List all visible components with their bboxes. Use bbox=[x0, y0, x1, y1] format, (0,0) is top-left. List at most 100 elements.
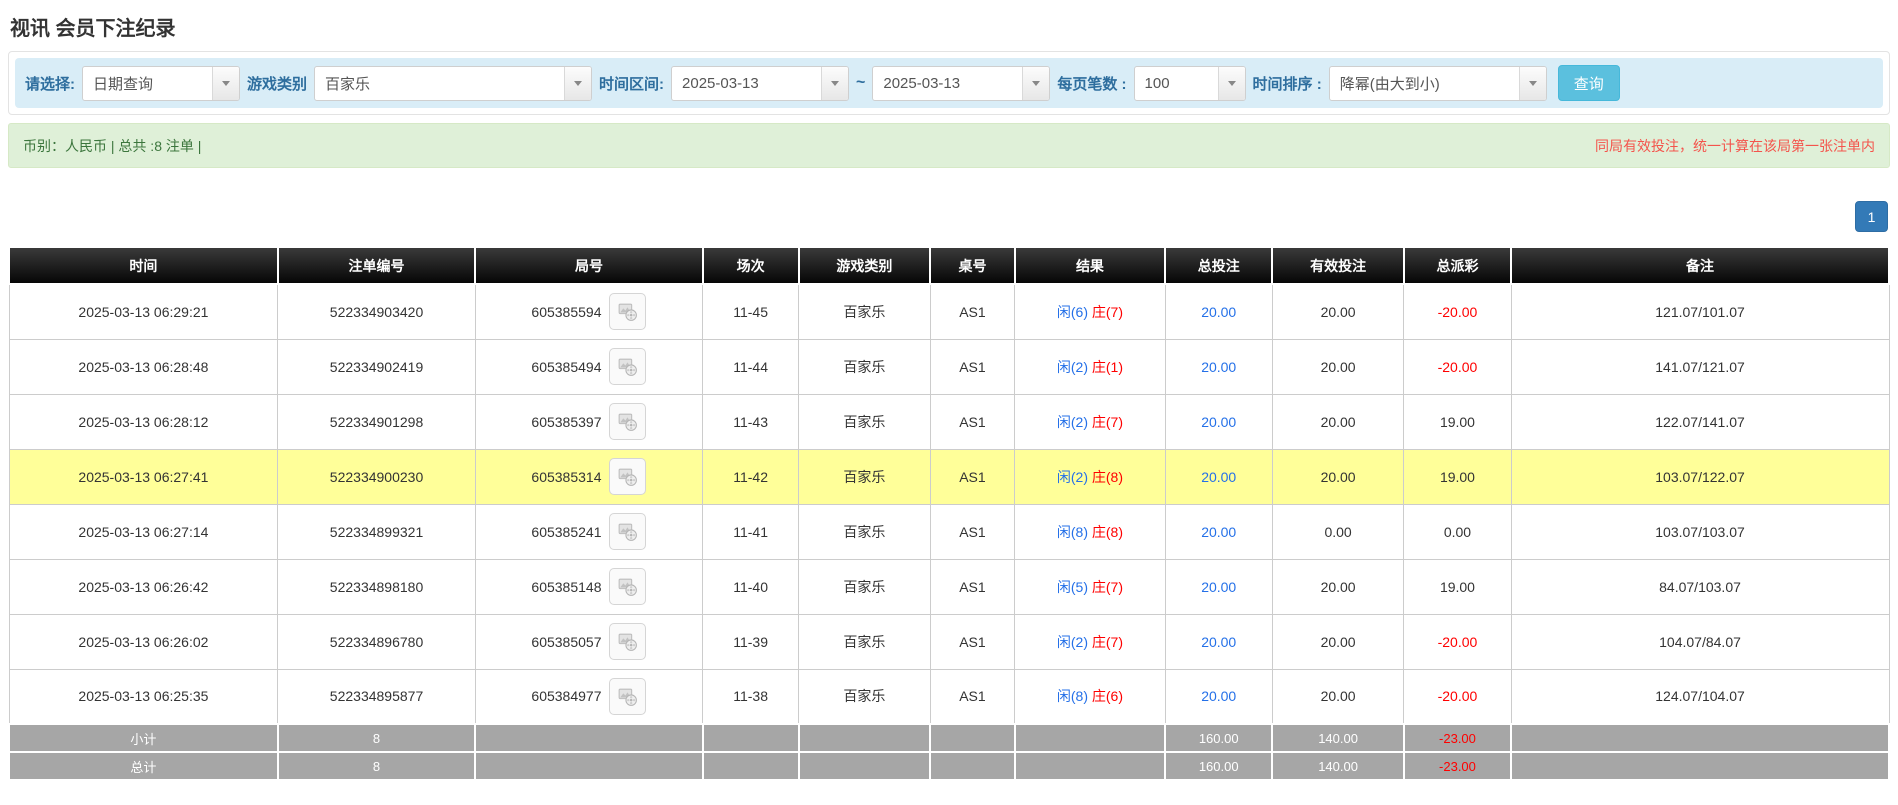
valid-bet-cell: 20.00 bbox=[1272, 449, 1404, 504]
table-row: 2025-03-13 06:27:14522334899321605385241… bbox=[9, 504, 1889, 559]
sort-select[interactable]: 降幂(由大到小) bbox=[1329, 66, 1547, 101]
bet-id-cell: 522334899321 bbox=[278, 504, 475, 559]
total-bet-cell: 20.00 bbox=[1165, 614, 1272, 669]
banker-result: 庄(7) bbox=[1092, 414, 1123, 430]
chevron-down-icon[interactable] bbox=[821, 67, 848, 100]
video-icon[interactable] bbox=[609, 623, 646, 660]
game-type-select[interactable]: 百家乐 bbox=[314, 66, 592, 101]
table-row: 2025-03-13 06:28:48522334902419605385494… bbox=[9, 339, 1889, 394]
table-no-cell: AS1 bbox=[930, 284, 1015, 339]
time-cell: 2025-03-13 06:27:14 bbox=[9, 504, 278, 559]
time-cell: 2025-03-13 06:28:12 bbox=[9, 394, 278, 449]
column-header: 有效投注 bbox=[1272, 247, 1404, 284]
result-cell: 闲(5) 庄(7) bbox=[1015, 559, 1165, 614]
footer-game bbox=[799, 724, 931, 752]
result-cell: 闲(2) 庄(8) bbox=[1015, 449, 1165, 504]
chevron-down-icon[interactable] bbox=[1022, 67, 1049, 100]
chevron-down-icon[interactable] bbox=[212, 67, 239, 100]
page-1-button[interactable]: 1 bbox=[1855, 201, 1888, 232]
valid-bet-cell: 20.00 bbox=[1272, 394, 1404, 449]
column-header: 总投注 bbox=[1165, 247, 1272, 284]
table-row: 2025-03-13 06:25:35522334895877605384977… bbox=[9, 669, 1889, 724]
valid-bet-cell: 20.00 bbox=[1272, 614, 1404, 669]
payout-cell: 0.00 bbox=[1404, 504, 1511, 559]
round-number: 605385057 bbox=[531, 634, 601, 650]
player-result: 闲(6) bbox=[1057, 304, 1088, 320]
bet-id-cell: 522334900230 bbox=[278, 449, 475, 504]
footer-valid-bet: 140.00 bbox=[1272, 724, 1404, 752]
valid-bet-cell: 20.00 bbox=[1272, 669, 1404, 724]
bet-id-cell: 522334895877 bbox=[278, 669, 475, 724]
bet-id-cell: 522334901298 bbox=[278, 394, 475, 449]
banker-result: 庄(8) bbox=[1092, 524, 1123, 540]
remark-cell: 121.07/101.07 bbox=[1511, 284, 1889, 339]
footer-table-no bbox=[930, 724, 1015, 752]
date-from-select[interactable]: 2025-03-13 bbox=[671, 66, 849, 101]
per-page-select[interactable]: 100 bbox=[1134, 66, 1246, 101]
bet-table: 时间注单编号局号场次游戏类别桌号结果总投注有效投注总派彩备注 2025-03-1… bbox=[8, 246, 1890, 781]
payout-cell: -20.00 bbox=[1404, 284, 1511, 339]
footer-count: 8 bbox=[278, 752, 475, 780]
session-cell: 11-40 bbox=[703, 559, 799, 614]
query-type-label: 请选择: bbox=[25, 73, 75, 94]
video-icon[interactable] bbox=[609, 403, 646, 440]
table-no-cell: AS1 bbox=[930, 394, 1015, 449]
video-icon[interactable] bbox=[609, 568, 646, 605]
query-type-select[interactable]: 日期查询 bbox=[82, 66, 240, 101]
valid-bet-cell: 20.00 bbox=[1272, 339, 1404, 394]
footer-label: 总计 bbox=[9, 752, 278, 780]
game-cell: 百家乐 bbox=[799, 284, 931, 339]
footer-table-no bbox=[930, 752, 1015, 780]
column-header: 总派彩 bbox=[1404, 247, 1511, 284]
round-number: 605385148 bbox=[531, 579, 601, 595]
time-cell: 2025-03-13 06:26:02 bbox=[9, 614, 278, 669]
column-header: 备注 bbox=[1511, 247, 1889, 284]
summary-note: 同局有效投注，统一计算在该局第一张注单内 bbox=[1595, 136, 1875, 156]
time-cell: 2025-03-13 06:27:41 bbox=[9, 449, 278, 504]
footer-total-bet: 160.00 bbox=[1165, 724, 1272, 752]
total-bet-cell: 20.00 bbox=[1165, 284, 1272, 339]
banker-result: 庄(7) bbox=[1092, 634, 1123, 650]
payout-cell: 19.00 bbox=[1404, 559, 1511, 614]
session-cell: 11-38 bbox=[703, 669, 799, 724]
column-header: 局号 bbox=[475, 247, 702, 284]
footer-result bbox=[1015, 752, 1165, 780]
time-cell: 2025-03-13 06:29:21 bbox=[9, 284, 278, 339]
game-type-value: 百家乐 bbox=[315, 67, 564, 100]
result-cell: 闲(2) 庄(7) bbox=[1015, 394, 1165, 449]
video-icon[interactable] bbox=[609, 458, 646, 495]
table-no-cell: AS1 bbox=[930, 339, 1015, 394]
search-button[interactable]: 查询 bbox=[1558, 65, 1620, 101]
game-cell: 百家乐 bbox=[799, 559, 931, 614]
banker-result: 庄(7) bbox=[1092, 579, 1123, 595]
table-row: 2025-03-13 06:26:02522334896780 605385057… bbox=[9, 614, 1889, 669]
session-cell: 11-44 bbox=[703, 339, 799, 394]
valid-bet-cell: 0.00 bbox=[1272, 504, 1404, 559]
footer-round bbox=[475, 752, 702, 780]
video-icon[interactable] bbox=[609, 678, 646, 715]
session-cell: 11-39 bbox=[703, 614, 799, 669]
video-icon[interactable] bbox=[609, 348, 646, 385]
date-to-value: 2025-03-13 bbox=[873, 67, 1022, 100]
remark-cell: 124.07/104.07 bbox=[1511, 669, 1889, 724]
total-bet-cell: 20.00 bbox=[1165, 669, 1272, 724]
footer-valid-bet: 140.00 bbox=[1272, 752, 1404, 780]
bet-id-cell: 522334896780 bbox=[278, 614, 475, 669]
table-no-cell: AS1 bbox=[930, 614, 1015, 669]
banker-result: 庄(8) bbox=[1092, 469, 1123, 485]
footer-count: 8 bbox=[278, 724, 475, 752]
table-footer-row: 小计8160.00140.00-23.00 bbox=[9, 724, 1889, 752]
footer-result bbox=[1015, 724, 1165, 752]
banker-result: 庄(6) bbox=[1092, 688, 1123, 704]
chevron-down-icon[interactable] bbox=[1218, 67, 1245, 100]
chevron-down-icon[interactable] bbox=[1519, 67, 1546, 100]
date-to-select[interactable]: 2025-03-13 bbox=[872, 66, 1050, 101]
player-result: 闲(8) bbox=[1057, 524, 1088, 540]
video-icon[interactable] bbox=[609, 513, 646, 550]
round-cell: 605385057 bbox=[475, 614, 702, 669]
game-cell: 百家乐 bbox=[799, 614, 931, 669]
bet-id-cell: 522334903420 bbox=[278, 284, 475, 339]
column-header: 游戏类别 bbox=[799, 247, 931, 284]
chevron-down-icon[interactable] bbox=[564, 67, 591, 100]
video-icon[interactable] bbox=[609, 293, 646, 330]
